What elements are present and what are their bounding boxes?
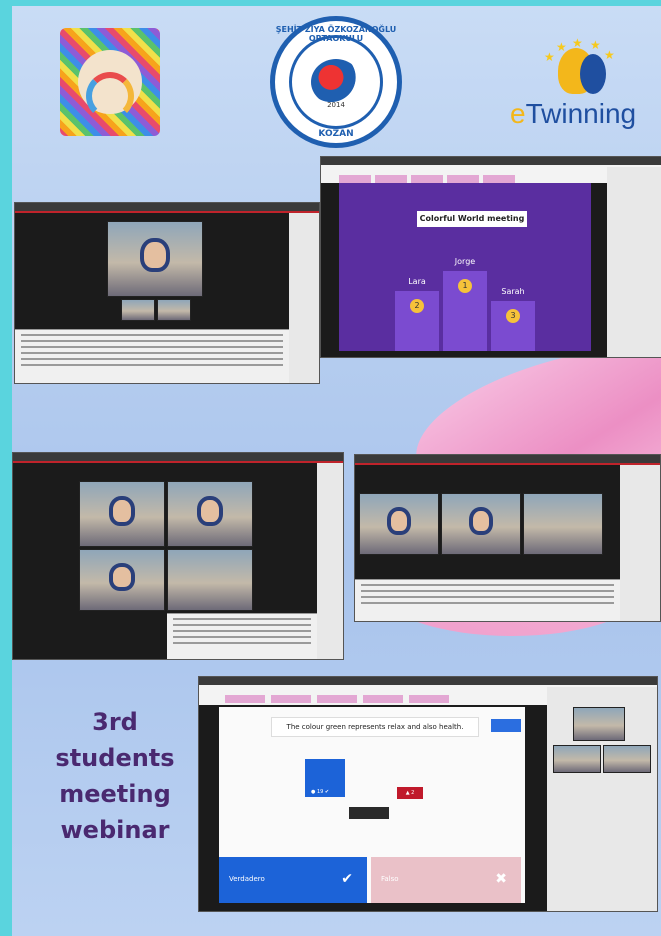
participants-panel	[289, 213, 319, 383]
poster-heading: 3rd students meeting webinar	[40, 704, 190, 848]
app-toolbar	[15, 203, 319, 213]
podium-title: Colorful World meeting	[417, 211, 527, 227]
webcam-video	[441, 493, 521, 555]
school-year-text: 2014	[327, 101, 345, 109]
webcam-video	[167, 549, 253, 611]
webcam-thumbnail	[603, 745, 651, 773]
etwinning-logo: ★ ★ ★ ★ ★ eTwinning	[502, 36, 661, 146]
webcam-video	[79, 549, 165, 611]
webcam-video	[523, 493, 603, 555]
webcam-thumbnail	[157, 299, 191, 321]
webcam-video	[79, 481, 165, 547]
check-icon: ✔	[341, 871, 353, 887]
screenshot-quiz: The colour green represents relax and al…	[198, 676, 658, 912]
participants-panel	[317, 463, 343, 659]
participants-panel	[607, 167, 661, 357]
answer-false: Falso ✖	[371, 857, 521, 903]
chat-panel	[355, 579, 620, 621]
app-toolbar	[355, 455, 660, 465]
correct-answer-label	[349, 807, 389, 819]
quiz-screen: The colour green represents relax and al…	[219, 707, 525, 903]
person-icon-secondary	[580, 54, 606, 94]
heading-line-1: 3rd	[92, 708, 138, 736]
next-button	[491, 719, 521, 732]
participants-panel	[620, 465, 660, 621]
webcam-video	[359, 493, 439, 555]
webcam-thumbnail	[121, 299, 155, 321]
cross-icon: ✖	[495, 871, 507, 887]
rainbow-icon	[86, 72, 134, 120]
logo-inner-ring	[289, 35, 383, 129]
school-city-text: KOZAN	[318, 129, 354, 139]
quiz-podium-screen: Colorful World meeting Lara 2 Jorge 1 Sa…	[339, 183, 591, 351]
webcam-thumbnail	[553, 745, 601, 773]
app-toolbar	[13, 453, 343, 463]
heading-line-2: students	[55, 744, 175, 772]
rainbow-project-logo	[60, 28, 160, 136]
school-name-text: ŞEHİT ZİYA ÖZKOZANOĞLU ORTAOKULU	[275, 25, 397, 43]
screenshot-podium: Colorful World meeting Lara 2 Jorge 1 Sa…	[320, 156, 661, 358]
screenshot-webinar-2	[12, 452, 344, 660]
poster-background: ŞEHİT ZİYA ÖZKOZANOĞLU ORTAOKULU 2014 KO…	[12, 6, 661, 936]
chat-panel	[15, 329, 289, 383]
answer-true: Verdadero ✔	[219, 857, 367, 903]
answer-count-red: ▲ 2	[397, 787, 423, 799]
webcam-thumbnail	[573, 707, 625, 741]
screenshot-webinar-3	[354, 454, 661, 622]
participants-panel	[547, 687, 657, 911]
webcam-video	[167, 481, 253, 547]
school-logo: ŞEHİT ZİYA ÖZKOZANOĞLU ORTAOKULU 2014 KO…	[270, 16, 402, 148]
answer-count-blue: ● 19 ✔	[305, 759, 345, 797]
chat-panel	[167, 613, 317, 659]
heading-line-4: webinar	[60, 816, 170, 844]
screenshot-webinar-1	[14, 202, 320, 384]
webcam-video	[107, 221, 203, 297]
heading-line-3: meeting	[59, 780, 171, 808]
etwinning-wordmark: eTwinning	[510, 98, 637, 129]
podium-first: Jorge 1	[443, 257, 487, 351]
quiz-question: The colour green represents relax and al…	[271, 717, 479, 737]
podium-second: Lara 2	[395, 277, 439, 351]
poster: ŞEHİT ZİYA ÖZKOZANOĞLU ORTAOKULU 2014 KO…	[0, 0, 661, 936]
podium-third: Sarah 3	[491, 287, 535, 351]
